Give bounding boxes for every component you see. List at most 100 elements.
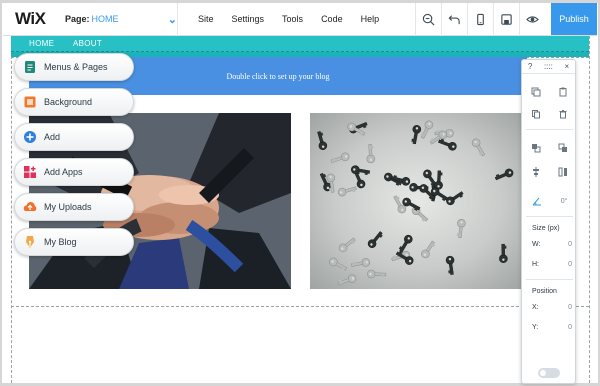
add-icon bbox=[23, 130, 37, 144]
key-shape bbox=[367, 231, 383, 248]
menus-pages-button[interactable]: Menus & Pages bbox=[14, 53, 134, 81]
width-label: W: bbox=[532, 241, 541, 248]
key-shape bbox=[438, 138, 457, 151]
key-shape bbox=[367, 269, 387, 279]
row-align bbox=[522, 167, 577, 177]
page-selector[interactable]: Page: HOME ⌄ bbox=[65, 13, 177, 26]
x-field[interactable]: X: 0 bbox=[532, 304, 572, 311]
right-tool-panel: ? :::: × 0° Size (px) W: 0 H: 0 Position… bbox=[521, 59, 576, 384]
height-label: H: bbox=[532, 261, 539, 268]
paste-icon[interactable] bbox=[558, 87, 568, 97]
key-shape bbox=[420, 120, 434, 139]
guide-left bbox=[11, 36, 12, 383]
key-shape bbox=[499, 243, 508, 263]
menus-pages-icon bbox=[23, 60, 37, 74]
x-label: X: bbox=[532, 304, 539, 311]
key-shape bbox=[494, 168, 514, 181]
key-shape bbox=[329, 257, 348, 272]
help-icon[interactable]: ? bbox=[528, 62, 532, 71]
key-shape bbox=[350, 165, 371, 176]
publish-button[interactable]: Publish bbox=[551, 3, 597, 35]
guide-bottom bbox=[11, 306, 589, 307]
background-label: Background bbox=[44, 97, 93, 107]
top-menu: Site Settings Tools Code Help bbox=[178, 3, 397, 36]
key-shape bbox=[317, 131, 328, 151]
menu-tools[interactable]: Tools bbox=[282, 14, 303, 24]
copy-icon[interactable] bbox=[531, 87, 541, 97]
add-apps-icon bbox=[23, 165, 37, 179]
preview-icon[interactable] bbox=[519, 3, 545, 36]
page-label: Page: bbox=[65, 14, 90, 24]
menu-site[interactable]: Site bbox=[198, 14, 214, 24]
background-icon bbox=[23, 95, 37, 109]
my-uploads-button[interactable]: My Uploads bbox=[14, 193, 134, 221]
menu-code[interactable]: Code bbox=[321, 14, 343, 24]
blog-pen-icon bbox=[23, 235, 37, 249]
add-button[interactable]: Add bbox=[14, 123, 134, 151]
zoom-out-icon[interactable] bbox=[415, 3, 441, 36]
key-shape bbox=[434, 170, 443, 190]
key-shape bbox=[446, 191, 464, 206]
key-shape bbox=[411, 125, 422, 145]
duplicate-icon[interactable] bbox=[531, 109, 541, 119]
delete-icon[interactable] bbox=[558, 109, 568, 119]
add-apps-button[interactable]: Add Apps bbox=[14, 158, 134, 186]
site-nav-about[interactable]: ABOUT bbox=[73, 39, 102, 48]
width-field[interactable]: W: 0 bbox=[532, 241, 572, 248]
add-label: Add bbox=[44, 132, 61, 142]
y-label: Y: bbox=[532, 324, 539, 331]
menu-help[interactable]: Help bbox=[361, 14, 380, 24]
site-nav-home[interactable]: HOME bbox=[29, 39, 54, 48]
add-apps-label: Add Apps bbox=[44, 167, 83, 177]
close-icon[interactable]: × bbox=[564, 62, 569, 71]
row-rotate: 0° bbox=[522, 196, 577, 206]
size-label: Size (px) bbox=[532, 225, 560, 232]
key-shape bbox=[445, 255, 455, 275]
key-shape bbox=[350, 258, 371, 267]
key-shape bbox=[366, 144, 376, 164]
drag-handle-icon[interactable]: :::: bbox=[544, 62, 553, 71]
key-shape bbox=[338, 237, 356, 253]
my-blog-label: My Blog bbox=[44, 237, 77, 247]
wix-logo: WiX bbox=[15, 9, 46, 28]
toggle-switch[interactable] bbox=[538, 368, 560, 378]
position-label: Position bbox=[532, 288, 557, 295]
menus-pages-label: Menus & Pages bbox=[44, 62, 108, 72]
height-field[interactable]: H: 0 bbox=[532, 261, 572, 268]
row-copy-paste bbox=[522, 87, 577, 97]
row-duplicate-delete bbox=[522, 109, 577, 119]
left-tool-panel: Menus & Pages Background Add Add Apps My… bbox=[14, 53, 134, 263]
upload-icon bbox=[23, 200, 37, 214]
background-button[interactable]: Background bbox=[14, 88, 134, 116]
my-blog-button[interactable]: My Blog bbox=[14, 228, 134, 256]
x-value[interactable]: 0 bbox=[568, 304, 572, 311]
height-value[interactable]: 0 bbox=[568, 261, 572, 268]
page-value: HOME bbox=[91, 14, 119, 24]
panel-header: ? :::: × bbox=[522, 60, 575, 74]
key-shape bbox=[456, 218, 466, 239]
my-uploads-label: My Uploads bbox=[44, 202, 92, 212]
send-backward-icon[interactable] bbox=[558, 143, 568, 153]
save-icon[interactable] bbox=[493, 3, 519, 36]
y-field[interactable]: Y: 0 bbox=[532, 324, 572, 331]
undo-icon[interactable] bbox=[441, 3, 467, 36]
key-shape bbox=[330, 152, 350, 163]
bring-forward-icon[interactable] bbox=[531, 143, 541, 153]
y-value[interactable]: 0 bbox=[568, 324, 572, 331]
menu-settings[interactable]: Settings bbox=[232, 14, 265, 24]
align-center-icon[interactable] bbox=[531, 167, 541, 177]
keys-image[interactable] bbox=[310, 113, 526, 289]
key-shape bbox=[337, 274, 357, 286]
rotation-value[interactable]: 0° bbox=[561, 198, 568, 205]
key-shape bbox=[398, 234, 413, 253]
row-arrange bbox=[522, 143, 577, 153]
rotate-icon[interactable] bbox=[532, 196, 542, 206]
key-shape bbox=[337, 186, 357, 197]
chevron-down-icon: ⌄ bbox=[167, 13, 177, 26]
distribute-icon[interactable] bbox=[558, 167, 568, 177]
mobile-icon[interactable] bbox=[467, 3, 493, 36]
key-shape bbox=[421, 240, 436, 259]
width-value[interactable]: 0 bbox=[568, 241, 572, 248]
site-nav-strip[interactable]: HOME ABOUT bbox=[11, 36, 589, 57]
key-shape bbox=[471, 138, 486, 157]
